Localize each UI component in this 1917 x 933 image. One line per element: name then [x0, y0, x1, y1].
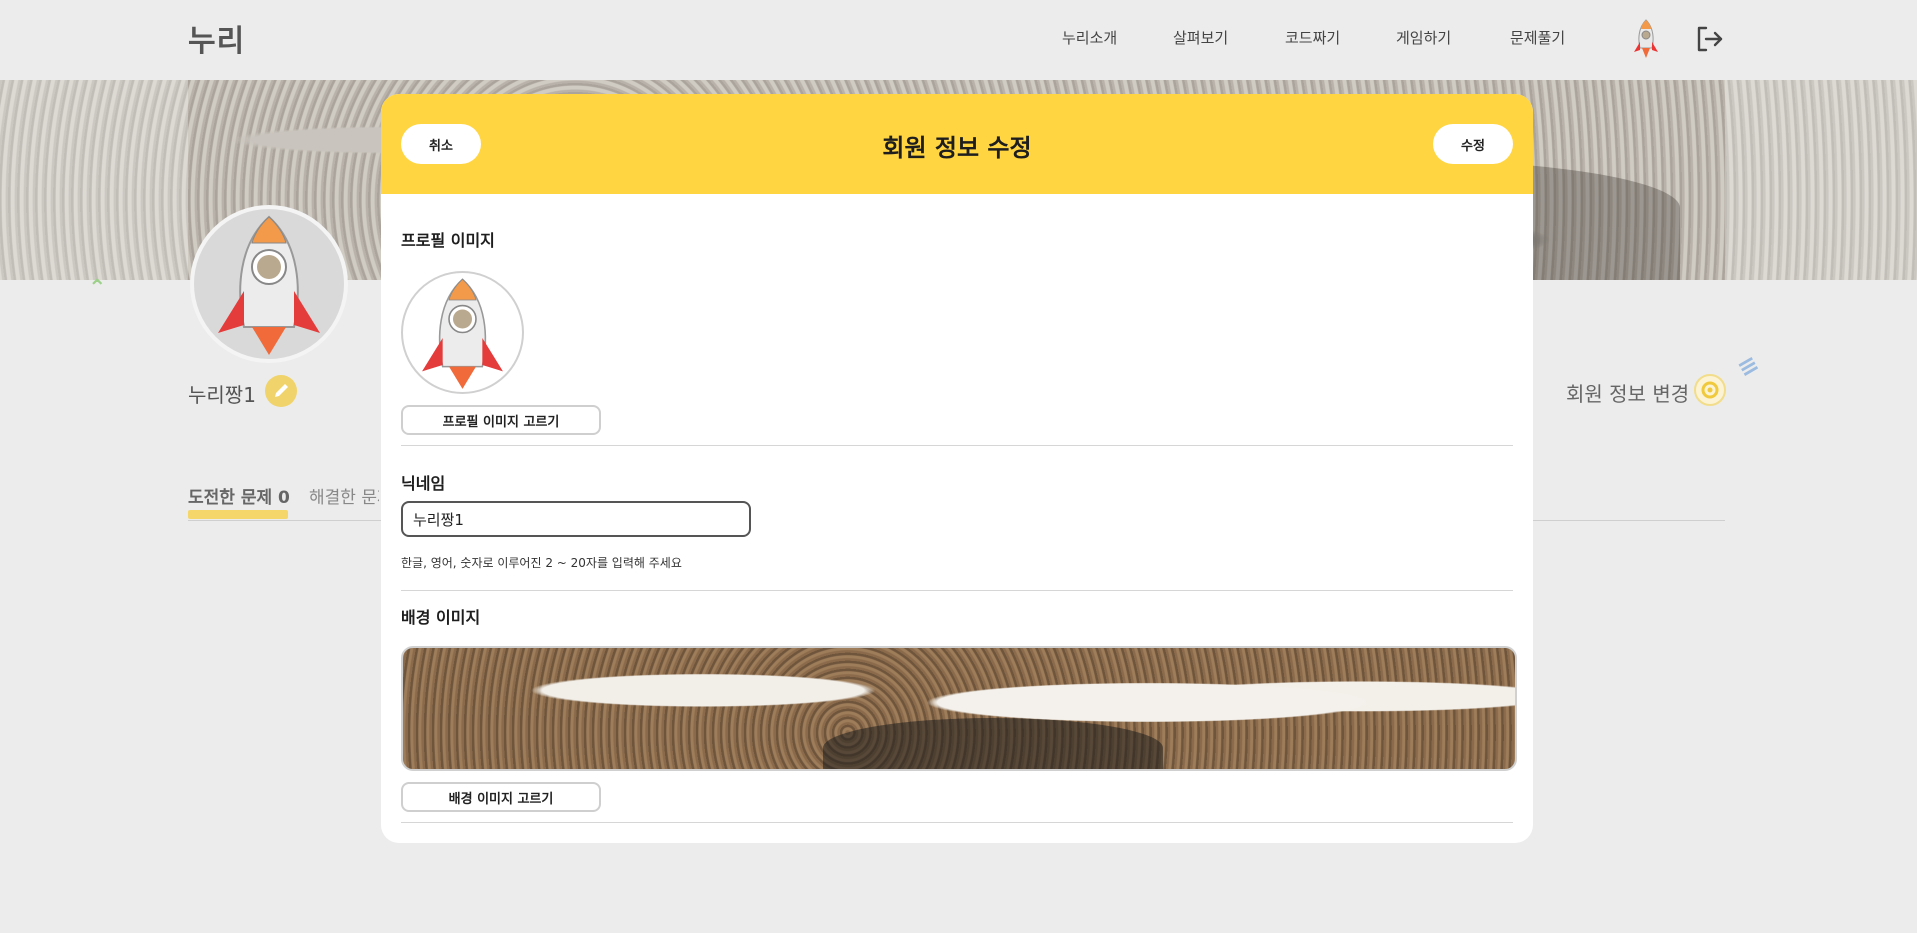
modal-header: 취소 회원 정보 수정 수정	[381, 94, 1533, 194]
edit-profile-modal: 취소 회원 정보 수정 수정 프로필 이미지 프로필 이미지 고르기 닉네임 한…	[381, 94, 1533, 843]
nickname-section-title: 닉네임	[401, 474, 446, 493]
preview-shadow	[823, 718, 1163, 769]
nav-item-about[interactable]: 누리소개	[1062, 27, 1117, 48]
banner-right-overlay	[1725, 80, 1917, 280]
decorative-shape-icon: ≡	[1732, 348, 1764, 384]
section-divider	[401, 590, 1513, 591]
section-divider	[401, 822, 1513, 823]
change-info-link[interactable]: 회원 정보 변경	[1566, 378, 1689, 407]
nav-item-code[interactable]: 코드짜기	[1285, 27, 1340, 48]
choose-background-image-button[interactable]: 배경 이미지 고르기	[401, 782, 601, 812]
app-logo[interactable]: 누리	[188, 16, 245, 60]
nav-item-game[interactable]: 게임하기	[1396, 27, 1451, 48]
nav-item-explore[interactable]: 살펴보기	[1173, 27, 1228, 48]
pencil-icon[interactable]	[265, 375, 297, 407]
profile-nickname: 누리짱1	[188, 383, 256, 407]
profile-avatar	[190, 205, 348, 363]
logout-icon[interactable]	[1694, 24, 1724, 54]
profile-image-section-title: 프로필 이미지	[401, 231, 495, 250]
nav-item-problems[interactable]: 문제풀기	[1510, 27, 1565, 48]
top-navigation-bar: 누리 누리소개 살펴보기 코드짜기 게임하기 문제풀기	[0, 0, 1917, 80]
chevron-up-icon: ⌃	[88, 276, 107, 301]
tab-solved[interactable]: 해결한 문제	[309, 483, 379, 508]
nickname-field[interactable]	[401, 501, 751, 537]
background-image-preview	[401, 646, 1517, 771]
section-divider	[401, 445, 1513, 446]
active-tab-indicator	[188, 510, 288, 519]
gear-icon[interactable]	[1694, 374, 1726, 406]
profile-image-preview	[401, 271, 524, 394]
tab-attempted[interactable]: 도전한 문제 0	[188, 483, 290, 508]
banner-left-overlay	[0, 80, 188, 280]
modal-title: 회원 정보 수정	[882, 134, 1032, 162]
background-image-section-title: 배경 이미지	[401, 608, 481, 627]
submit-button[interactable]: 수정	[1433, 124, 1513, 164]
nickname-helper-text: 한글, 영어, 숫자로 이루어진 2 ~ 20자를 입력해 주세요	[401, 556, 682, 570]
choose-profile-image-button[interactable]: 프로필 이미지 고르기	[401, 405, 601, 435]
rocket-icon[interactable]	[1630, 18, 1662, 60]
